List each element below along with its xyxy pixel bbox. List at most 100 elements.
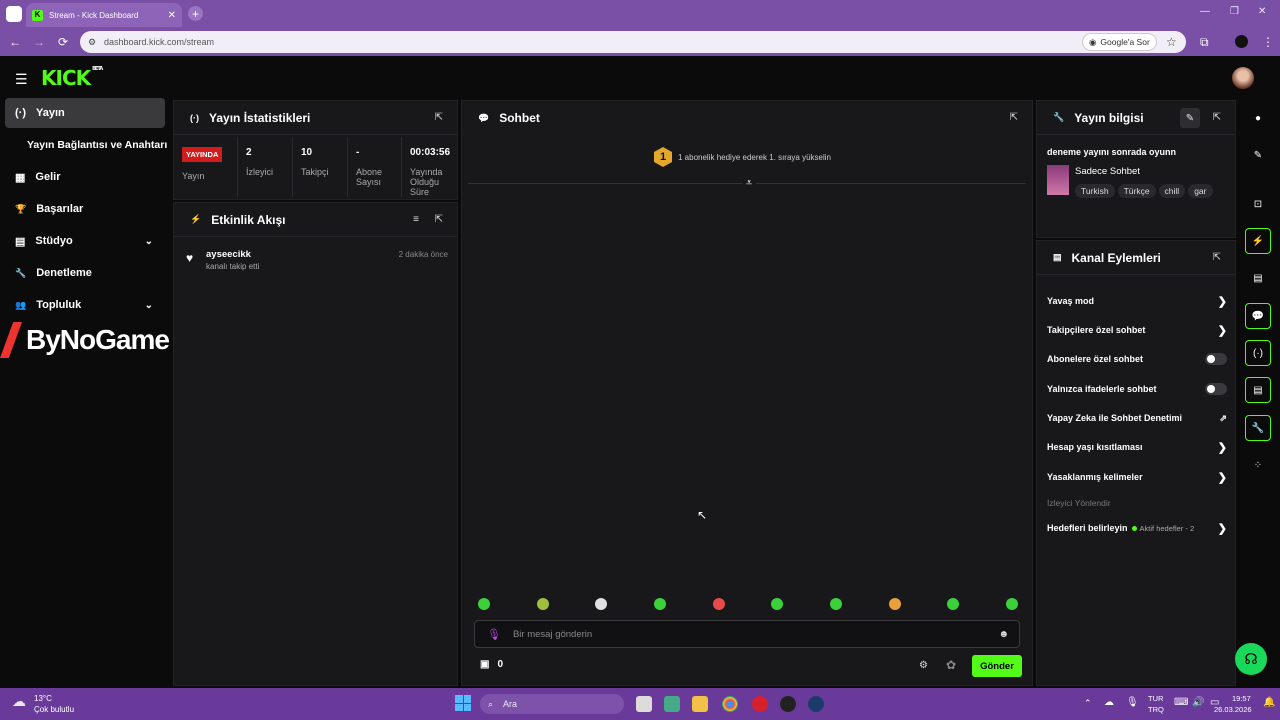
emoji-icon[interactable]: ☻	[998, 629, 1009, 640]
tab-close-icon[interactable]: ✕	[168, 10, 176, 21]
action-subscribers-only[interactable]: Abonelere özel sohbet	[1047, 353, 1227, 365]
info-icon[interactable]: ●	[1245, 105, 1271, 131]
sidebar-item-topluluk[interactable]: 👥 Topluluk ⌄	[5, 290, 165, 320]
user-avatar[interactable]	[1232, 67, 1254, 89]
edit-pencil-icon[interactable]: ✎	[1245, 142, 1271, 168]
restore-button[interactable]: ❐	[1230, 6, 1239, 17]
new-tab-button[interactable]: +	[188, 6, 203, 21]
sidebar-item-denetleme[interactable]: 🔧 Denetleme	[5, 258, 165, 288]
emote-icon[interactable]	[713, 598, 725, 610]
site-info-icon[interactable]: ⚙	[88, 37, 96, 48]
microphone-icon[interactable]: 🎙	[487, 628, 501, 641]
obs-icon[interactable]	[780, 696, 796, 712]
popout-icon[interactable]: ⇱	[1213, 112, 1221, 123]
forward-button[interactable]: →	[33, 35, 45, 49]
tag[interactable]: chill	[1158, 184, 1186, 198]
windows-start-icon[interactable]	[455, 695, 471, 711]
tray-chevron-icon[interactable]: ⌃	[1084, 698, 1092, 709]
toggle-switch[interactable]	[1205, 353, 1227, 365]
wrench-icon[interactable]: 🔧	[1245, 415, 1271, 441]
profile-avatar-icon[interactable]	[1235, 35, 1248, 48]
emote-icon[interactable]	[1006, 598, 1018, 610]
calculator-icon[interactable]	[664, 696, 680, 712]
action-set-goals[interactable]: Hedefleri belirleyin Aktif hedefler - 2 …	[1047, 523, 1227, 535]
category-name[interactable]: Sadece Sohbet	[1075, 166, 1140, 177]
steam-icon[interactable]	[808, 696, 824, 712]
chrome-icon[interactable]	[722, 696, 738, 712]
filter-icon[interactable]: ≡	[413, 214, 419, 225]
browser-profile-icon[interactable]	[6, 6, 22, 22]
channel-actions-icon[interactable]: ▤	[1245, 377, 1271, 403]
popout-icon[interactable]: ⇱	[1010, 112, 1018, 123]
tag[interactable]: Turkish	[1075, 184, 1115, 198]
lightning-icon[interactable]: ⚡	[1245, 228, 1271, 254]
reload-button[interactable]: ⟳	[58, 35, 68, 49]
gift-icon[interactable]: ✿	[946, 658, 956, 672]
volume-icon[interactable]: 🔊	[1192, 697, 1204, 708]
opera-icon[interactable]	[752, 696, 768, 712]
clock-date[interactable]: 26.03.2026	[1214, 705, 1252, 714]
emote-icon[interactable]	[478, 598, 490, 610]
kick-logo[interactable]: KICK BETA	[41, 66, 103, 90]
extensions-icon[interactable]: ⧉	[1200, 35, 1209, 50]
chat-icon[interactable]: 💬	[1245, 303, 1271, 329]
browser-menu-icon[interactable]: ⋮	[1262, 35, 1274, 49]
back-button[interactable]: ←	[9, 35, 21, 49]
action-slow-mode[interactable]: Yavaş mod ❯	[1047, 296, 1227, 308]
gift-sub-notice[interactable]: 1 1 abonelik hediye ederek 1. sıraya yük…	[654, 147, 831, 167]
microphone-icon[interactable]: 🎙	[1126, 697, 1139, 708]
capture-icon[interactable]: ⊡	[1245, 191, 1271, 217]
emote-icon[interactable]	[537, 598, 549, 610]
emote-icon[interactable]	[771, 598, 783, 610]
emote-icon[interactable]	[889, 598, 901, 610]
language-bottom[interactable]: TRQ	[1148, 705, 1164, 714]
chat-message-input[interactable]: 🎙 Bir mesaj gönderin ☻	[474, 620, 1020, 648]
notification-bell-icon[interactable]: 🔔	[1263, 697, 1275, 708]
tag[interactable]: gar	[1188, 184, 1213, 198]
browser-tab[interactable]: K Stream - Kick Dashboard ✕	[26, 3, 182, 27]
window-close-button[interactable]: ✕	[1258, 6, 1266, 17]
category-thumbnail[interactable]	[1047, 165, 1069, 195]
popout-icon[interactable]: ⇱	[435, 214, 443, 225]
minimize-button[interactable]: —	[1200, 6, 1210, 17]
tag[interactable]: Türkçe	[1117, 184, 1156, 198]
emote-icon[interactable]	[654, 598, 666, 610]
hamburger-menu-icon[interactable]: ☰	[15, 71, 28, 88]
send-button[interactable]: Gönder	[972, 655, 1022, 677]
file-explorer-icon[interactable]	[692, 696, 708, 712]
action-emotes-only[interactable]: Yalnızca ifadelerle sohbet	[1047, 383, 1227, 395]
emote-icon[interactable]	[947, 598, 959, 610]
settings-gear-icon[interactable]: ⚙	[919, 660, 928, 671]
channel-points[interactable]: ▣ 0	[480, 659, 503, 670]
clock-time[interactable]: 19:57	[1232, 694, 1251, 703]
popout-icon[interactable]: ⇱	[1213, 252, 1221, 263]
popout-icon[interactable]: ⇱	[435, 112, 443, 123]
action-account-age[interactable]: Hesap yaşı kısıtlaması ❯	[1047, 442, 1227, 454]
sidebar-item-basarilar[interactable]: 🏆 Başarılar	[5, 194, 165, 224]
sidebar-item-yayin[interactable]: (·) Yayın	[5, 98, 165, 128]
notes-icon[interactable]: ▤	[1245, 265, 1271, 291]
add-widget-icon[interactable]: ⁘	[1245, 452, 1271, 478]
task-view-icon[interactable]	[636, 696, 652, 712]
action-banned-words[interactable]: Yasaklanmış kelimeler ❯	[1047, 472, 1227, 484]
sidebar-item-studyo[interactable]: ▤ Stüdyo ⌄	[5, 226, 165, 256]
language-top[interactable]: TUR	[1148, 694, 1163, 703]
network-icon[interactable]: ⌨	[1174, 697, 1188, 708]
address-bar[interactable]: ⚙ dashboard.kick.com/stream	[80, 31, 1186, 53]
emote-icon[interactable]	[830, 598, 842, 610]
help-headset-icon[interactable]: ☊	[1235, 643, 1267, 675]
sidebar-item-gelir[interactable]: ▦ Gelir	[5, 162, 165, 192]
action-ai-moderation[interactable]: Yapay Zeka ile Sohbet Denetimi ⇗	[1047, 413, 1227, 424]
weather-icon[interactable]: ☁	[12, 693, 26, 710]
toggle-switch[interactable]	[1205, 383, 1227, 395]
broadcast-icon[interactable]: (·)	[1245, 340, 1271, 366]
action-followers-only[interactable]: Takipçilere özel sohbet ❯	[1047, 325, 1227, 337]
emote-icon[interactable]	[595, 598, 607, 610]
onedrive-icon[interactable]: ☁	[1104, 697, 1114, 708]
bookmark-star-icon[interactable]: ☆	[1166, 35, 1177, 49]
taskbar-search[interactable]: ⌕ Ara	[480, 694, 624, 714]
sidebar-item-stream-key[interactable]: Yayın Bağlantısı ve Anahtarı	[17, 130, 177, 160]
edit-pencil-icon[interactable]: ✎	[1180, 108, 1200, 128]
chat-filter-icon[interactable]: ⩡	[742, 177, 757, 190]
google-ask-button[interactable]: ◉ Google'a Sor	[1082, 33, 1157, 51]
